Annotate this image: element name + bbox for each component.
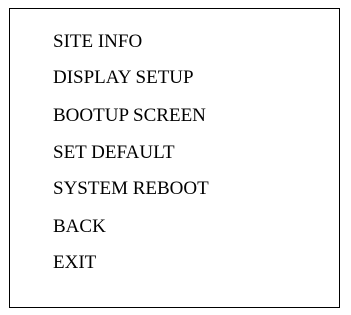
menu-item-back[interactable]: BACK [53, 216, 106, 238]
menu-item-bootup-screen[interactable]: BOOTUP SCREEN [53, 105, 206, 127]
menu-item-site-info[interactable]: SITE INFO [53, 31, 142, 53]
menu-item-set-default[interactable]: SET DEFAULT [53, 142, 175, 164]
menu-item-system-reboot[interactable]: SYSTEM REBOOT [53, 178, 209, 200]
menu-panel: SITE INFO DISPLAY SETUP BOOTUP SCREEN SE… [9, 8, 340, 308]
menu-item-exit[interactable]: EXIT [53, 252, 96, 274]
menu-item-display-setup[interactable]: DISPLAY SETUP [53, 67, 194, 89]
